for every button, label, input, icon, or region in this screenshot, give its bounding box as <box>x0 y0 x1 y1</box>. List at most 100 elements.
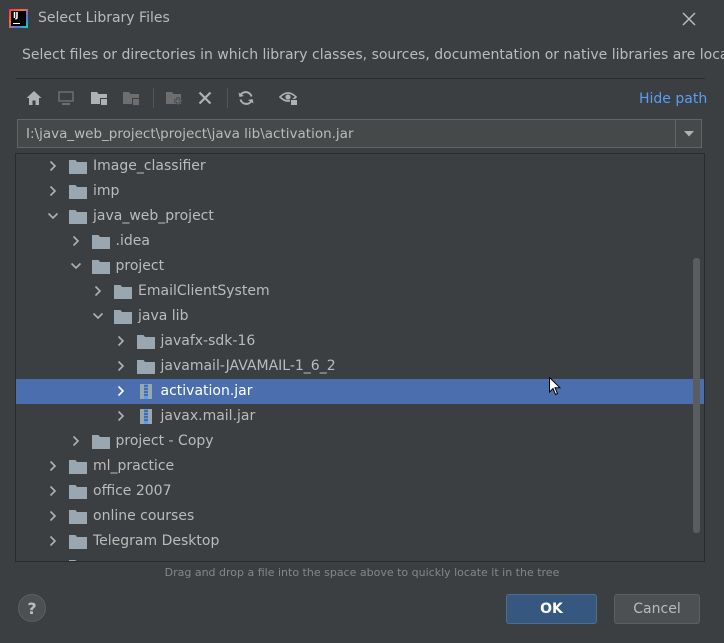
chevron-right-icon[interactable] <box>115 335 127 347</box>
refresh-icon <box>238 91 254 105</box>
refresh-button[interactable] <box>234 86 258 110</box>
path-input[interactable] <box>18 120 675 147</box>
tree-row-label: java lib <box>138 308 189 324</box>
file-tree[interactable]: Image_classifierimp java_web_project .idea… <box>15 153 705 562</box>
folder-icon <box>114 285 132 299</box>
chevron-right-icon[interactable] <box>47 160 59 172</box>
delete-button[interactable] <box>193 86 217 110</box>
tree-row-label: activation.jar <box>160 383 253 399</box>
toolbar-separator <box>153 88 154 108</box>
tree-row-label: office 2007 <box>93 483 172 499</box>
divider <box>16 78 705 79</box>
chevron-right-icon[interactable] <box>70 435 82 447</box>
tree-row-folder[interactable]: EmailClientSystem <box>16 279 704 304</box>
tree-row-folder[interactable]: Image_classifier <box>16 154 704 179</box>
project-button[interactable] <box>87 86 111 110</box>
tree-row-folder[interactable]: .idea <box>16 229 704 254</box>
ok-button[interactable]: OK <box>506 594 597 624</box>
title-bar: IJ Select Library Files <box>0 0 724 38</box>
folder-icon <box>91 435 110 449</box>
tree-row-label: javamail-JAVAMAIL-1_6_2 <box>160 358 336 374</box>
tree-row-jar[interactable]: activation.jar <box>16 379 704 404</box>
tree-row-folder[interactable]: ml_practice <box>16 454 704 479</box>
cancel-button[interactable]: Cancel <box>614 594 700 624</box>
jar-archive-icon <box>139 409 152 424</box>
tree-row-folder[interactable]: javafx-sdk-16 <box>16 329 704 354</box>
tree-row-label: java_web_project <box>93 208 214 224</box>
tree-row-label: imp <box>93 183 120 199</box>
tree-row-label: online courses <box>93 508 195 524</box>
new-folder-button[interactable] <box>162 86 186 110</box>
folder-icon <box>136 360 155 374</box>
tree-row-folder[interactable] <box>16 554 704 562</box>
folder-icon <box>69 510 87 524</box>
tree-row-folder[interactable]: java_web_project <box>16 204 704 229</box>
mouse-cursor-icon <box>549 377 561 396</box>
chevron-right-icon[interactable] <box>115 385 127 397</box>
folder-icon <box>69 560 77 561</box>
hide-path-link[interactable]: Hide path <box>639 91 707 107</box>
delete-icon <box>198 91 212 105</box>
tree-scrollbar[interactable] <box>693 258 700 533</box>
toolbar-separator <box>227 88 228 108</box>
show-hidden-icon <box>279 92 298 106</box>
tree-row-label: EmailClientSystem <box>138 283 270 299</box>
desktop-button[interactable] <box>54 86 78 110</box>
tree-row-label: project - Copy <box>115 433 214 449</box>
drag-drop-hint: Drag and drop a file into the space abov… <box>164 566 560 579</box>
path-history-dropdown[interactable] <box>675 119 702 148</box>
chevron-right-icon[interactable] <box>70 235 82 247</box>
intellij-idea-icon: IJ <box>9 9 28 28</box>
path-field[interactable] <box>17 119 675 148</box>
dialog-description: Select files or directories in which lib… <box>22 47 724 63</box>
project-folder-icon <box>91 92 107 105</box>
dialog-title: Select Library Files <box>38 10 170 26</box>
chevron-right-icon[interactable] <box>92 285 104 297</box>
chevron-down-icon[interactable] <box>92 310 104 322</box>
chevron-right-icon[interactable] <box>47 510 59 522</box>
tree-row-label: ml_practice <box>93 458 175 474</box>
desktop-icon <box>58 91 74 105</box>
tree-row-folder[interactable]: online courses <box>16 504 704 529</box>
folder-icon <box>69 185 87 199</box>
folder-icon <box>69 460 87 474</box>
tree-row-folder[interactable]: project <box>16 254 704 279</box>
folder-icon <box>136 335 155 349</box>
tree-row-folder[interactable]: javamail-JAVAMAIL-1_6_2 <box>16 354 704 379</box>
chevron-down-icon[interactable] <box>70 260 82 272</box>
jar-archive-icon <box>139 384 152 399</box>
tree-row-jar[interactable]: javax.mail.jar <box>16 404 704 429</box>
tree-row-label: Telegram Desktop <box>93 533 220 549</box>
chevron-right-icon[interactable] <box>115 360 127 372</box>
new-folder-icon <box>166 92 182 105</box>
module-folder-icon <box>123 92 139 105</box>
chevron-right-icon[interactable] <box>115 410 127 422</box>
close-icon[interactable] <box>680 10 698 28</box>
tree-row-label: javax.mail.jar <box>160 408 256 424</box>
chevron-down-icon[interactable] <box>47 210 59 222</box>
tree-row-folder[interactable]: java lib <box>16 304 704 329</box>
folder-icon <box>114 310 132 324</box>
folder-icon <box>91 260 110 274</box>
tree-row-label: project <box>115 258 165 274</box>
folder-icon <box>69 535 87 549</box>
tree-row-folder[interactable]: project - Copy <box>16 429 704 454</box>
chevron-right-icon[interactable] <box>47 485 59 497</box>
tree-row-label: javafx-sdk-16 <box>160 333 256 349</box>
module-button[interactable] <box>119 86 143 110</box>
tree-row-folder[interactable]: Telegram Desktop <box>16 529 704 554</box>
tree-row-label: .idea <box>115 233 150 249</box>
file-chooser-toolbar <box>16 84 705 112</box>
home-icon <box>26 91 42 105</box>
folder-icon <box>69 210 87 224</box>
tree-row-folder[interactable]: office 2007 <box>16 479 704 504</box>
home-button[interactable] <box>22 86 46 110</box>
chevron-right-icon[interactable] <box>47 185 59 197</box>
chevron-right-icon[interactable] <box>47 560 59 562</box>
show-hidden-button[interactable] <box>277 86 301 110</box>
help-button[interactable]: ? <box>18 594 46 622</box>
chevron-right-icon[interactable] <box>47 460 59 472</box>
tree-row-folder[interactable]: imp <box>16 179 704 204</box>
tree-row-label: Image_classifier <box>93 158 206 174</box>
chevron-right-icon[interactable] <box>47 535 59 547</box>
